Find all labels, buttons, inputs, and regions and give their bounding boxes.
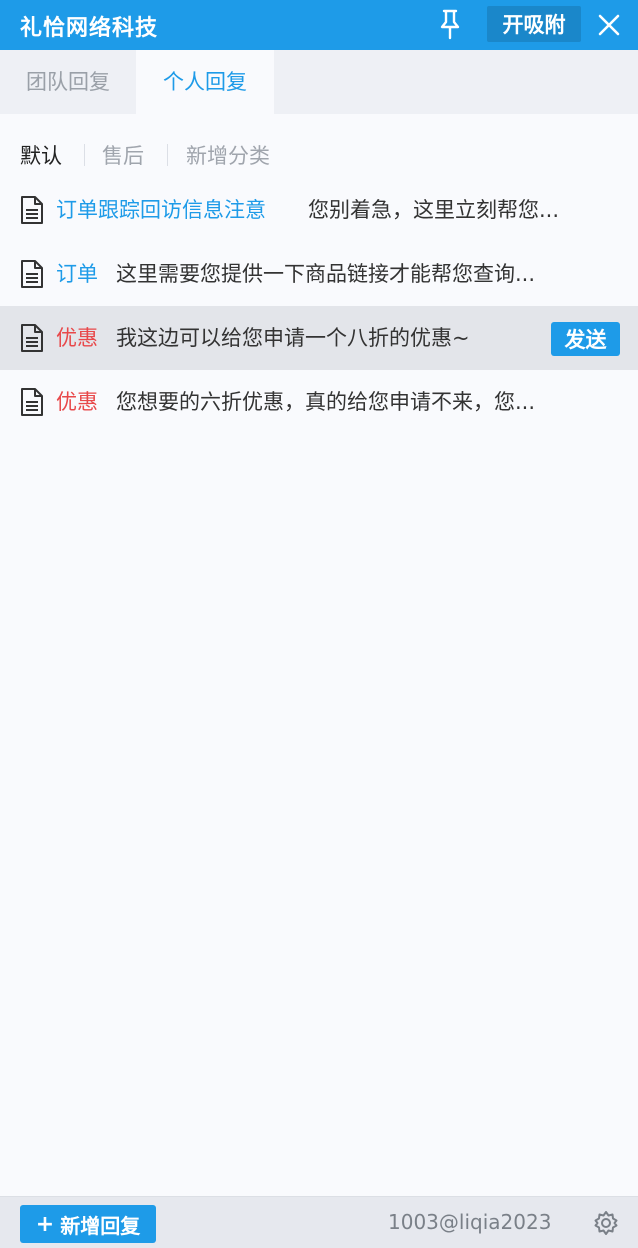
reply-tag: 订单	[56, 262, 98, 286]
gear-icon[interactable]	[592, 1209, 620, 1237]
category-default[interactable]: 默认	[20, 140, 62, 170]
window-title: 礼恰网络科技	[20, 16, 159, 41]
add-reply-label: 新增回复	[60, 1213, 141, 1238]
add-reply-button[interactable]: + 新增回复	[20, 1205, 156, 1243]
attach-toggle-button[interactable]: 开吸附	[487, 6, 581, 42]
category-divider	[167, 144, 168, 166]
tab-personal-replies[interactable]: 个人回复	[136, 50, 274, 114]
document-icon	[20, 323, 44, 353]
pin-icon[interactable]	[436, 8, 464, 40]
category-add-new[interactable]: 新增分类	[186, 140, 270, 170]
list-item[interactable]: 订单 这里需要您提供一下商品链接才能帮您查询...	[0, 242, 638, 306]
reply-content: 您别着急，这里立刻帮您...	[308, 198, 560, 222]
reply-content: 这里需要您提供一下商品链接才能帮您查询...	[116, 262, 536, 286]
document-icon	[20, 259, 44, 289]
plus-icon: +	[35, 1211, 55, 1237]
list-item[interactable]: 优惠 我这边可以给您申请一个八折的优惠~ 发送	[0, 306, 638, 370]
category-bar: 默认 售后 新增分类	[0, 128, 638, 178]
category-divider	[84, 144, 85, 166]
send-button[interactable]: 发送	[551, 322, 620, 356]
reply-tabs: 团队回复 个人回复	[0, 50, 638, 114]
document-icon	[20, 195, 44, 225]
reply-content: 我这边可以给您申请一个八折的优惠~	[116, 326, 470, 350]
close-icon[interactable]	[594, 10, 624, 40]
reply-list: 订单跟踪回访信息注意 您别着急，这里立刻帮您... 订单 这里需要您提供一下商品…	[0, 178, 638, 434]
reply-tag: 优惠	[56, 390, 98, 414]
tab-team-replies[interactable]: 团队回复	[0, 50, 136, 114]
account-id: 1003@liqia2023	[388, 1210, 552, 1234]
list-item[interactable]: 优惠 您想要的六折优惠，真的给您申请不来，您...	[0, 370, 638, 434]
quick-reply-panel: 礼恰网络科技 开吸附 团队回复 个人回复 默认 售后 新增分类 订单跟踪回访信息…	[0, 0, 638, 1248]
reply-tag: 订单跟踪回访信息注意	[56, 198, 266, 222]
category-after-sales[interactable]: 售后	[102, 140, 144, 170]
document-icon	[20, 387, 44, 417]
reply-tag: 优惠	[56, 326, 98, 350]
list-item[interactable]: 订单跟踪回访信息注意 您别着急，这里立刻帮您...	[0, 178, 638, 242]
footer-bar: + 新增回复 1003@liqia2023	[0, 1196, 638, 1248]
title-bar: 礼恰网络科技 开吸附	[0, 0, 638, 50]
reply-content: 您想要的六折优惠，真的给您申请不来，您...	[116, 390, 536, 414]
